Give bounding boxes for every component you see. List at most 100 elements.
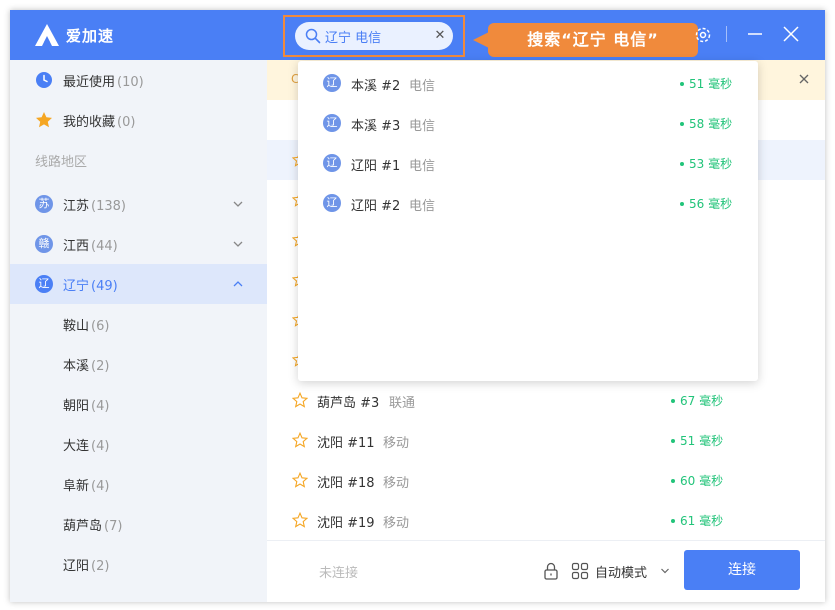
server-row[interactable]: 沈阳 #19 移动 61 毫秒 — [267, 500, 825, 540]
result-isp: 电信 — [409, 79, 436, 94]
search-result-item[interactable]: 辽 辽阳 #2 电信 56 毫秒 — [298, 183, 758, 223]
status-dot-icon — [671, 478, 675, 483]
chevron-down-icon — [233, 201, 243, 207]
sidebar-item-liaoning[interactable]: 辽 辽宁 (49) — [10, 264, 267, 304]
lock-icon[interactable] — [543, 562, 559, 580]
server-name: 沈阳 #18 — [317, 476, 375, 491]
server-name: 沈阳 #11 — [317, 436, 375, 451]
status-dot-icon — [680, 161, 684, 166]
search-input[interactable] — [325, 26, 425, 46]
server-row[interactable]: 葫芦岛 #3 联通 67 毫秒 — [267, 380, 825, 420]
province-badge-icon: 辽 — [323, 114, 341, 132]
server-ping: 67 毫秒 — [671, 392, 723, 409]
province-badge-icon: 辽 — [323, 154, 341, 172]
server-ping: 60 毫秒 — [671, 472, 723, 489]
search-result-item[interactable]: 辽 辽阳 #1 电信 53 毫秒 — [298, 143, 758, 183]
province-badge-icon: 辽 — [35, 275, 53, 293]
server-row[interactable]: 沈阳 #18 移动 60 毫秒 — [267, 460, 825, 500]
sidebar-item-jiangxi[interactable]: 赣 江西 (44) — [10, 224, 267, 264]
sidebar-city-label: 葫芦岛 (7) — [63, 519, 123, 534]
sidebar-city-label: 鞍山 (6) — [63, 319, 110, 334]
sidebar-city-label: 朝阳 (4) — [63, 399, 110, 414]
province-badge-icon: 苏 — [35, 195, 53, 213]
search-callout: 搜索“辽宁 电信” — [488, 23, 698, 57]
server-row[interactable]: 沈阳 #11 移动 51 毫秒 — [267, 420, 825, 460]
chevron-down-icon — [233, 241, 243, 247]
connect-button[interactable]: 连接 — [684, 550, 800, 590]
server-isp: 移动 — [383, 516, 410, 531]
sidebar-item-label: 江西 (44) — [63, 239, 118, 254]
sidebar-city-anshan[interactable]: 鞍山 (6) — [10, 304, 267, 344]
sidebar-city-benxi[interactable]: 本溪 (2) — [10, 344, 267, 384]
province-badge-icon: 辽 — [323, 74, 341, 92]
star-outline-icon[interactable] — [292, 512, 308, 528]
result-name: 辽阳 #2 — [351, 199, 401, 214]
status-dot-icon — [671, 398, 675, 403]
titlebar-divider — [726, 26, 727, 42]
sidebar-city-label: 本溪 (2) — [63, 359, 110, 374]
bottom-bar: 未连接 自动模式 连接 — [267, 540, 825, 602]
status-dot-icon — [671, 438, 675, 443]
sidebar-city-label: 辽阳 (2) — [63, 559, 110, 574]
sidebar-city-label: 阜新 (4) — [63, 479, 110, 494]
gear-icon[interactable] — [693, 25, 713, 45]
result-ping: 56 毫秒 — [680, 195, 732, 212]
mode-select[interactable]: 自动模式 — [595, 562, 647, 581]
sidebar-city-dalian[interactable]: 大连 (4) — [10, 424, 267, 464]
sidebar: 最近使用 (10) 我的收藏 (0) 线路地区 苏 江苏 (138) 赣 江西 (44)… — [10, 60, 267, 602]
server-ping: 51 毫秒 — [671, 432, 723, 449]
grid-mode-icon[interactable] — [571, 562, 589, 580]
chevron-down-icon[interactable] — [660, 566, 670, 576]
app-window: 爱加速 ✕ 搜索“辽宁 电信” — [10, 10, 825, 602]
app-name: 爱加速 — [66, 27, 115, 45]
close-icon[interactable] — [781, 24, 801, 44]
search-clear-icon[interactable]: ✕ — [433, 26, 447, 46]
star-outline-icon[interactable] — [292, 472, 308, 488]
search-icon — [305, 28, 321, 44]
result-ping: 58 毫秒 — [680, 115, 732, 132]
status-dot-icon — [680, 201, 684, 206]
result-name: 辽阳 #1 — [351, 159, 401, 174]
sidebar-item-label: 我的收藏 (0) — [63, 115, 136, 130]
province-badge-icon: 辽 — [323, 194, 341, 212]
search-result-item[interactable]: 辽 本溪 #2 电信 51 毫秒 — [298, 63, 758, 103]
result-name: 本溪 #3 — [351, 119, 401, 134]
sidebar-city-huludao[interactable]: 葫芦岛 (7) — [10, 504, 267, 544]
minimize-icon[interactable] — [745, 24, 765, 44]
connection-status: 未连接 — [319, 566, 359, 581]
server-name: 沈阳 #19 — [317, 516, 375, 531]
province-badge-icon: 赣 — [35, 235, 53, 253]
server-isp: 联通 — [389, 396, 416, 411]
result-isp: 电信 — [409, 199, 436, 214]
result-isp: 电信 — [409, 119, 436, 134]
star-icon — [36, 112, 52, 128]
sidebar-item-label: 江苏 (138) — [63, 199, 126, 214]
result-ping: 53 毫秒 — [680, 155, 732, 172]
clock-icon — [36, 72, 52, 88]
result-name: 本溪 #2 — [351, 79, 401, 94]
title-bar: 爱加速 ✕ 搜索“辽宁 电信” — [10, 10, 825, 60]
server-name: 葫芦岛 #3 — [317, 396, 380, 411]
status-dot-icon — [680, 121, 684, 126]
sidebar-city-fuxin[interactable]: 阜新 (4) — [10, 464, 267, 504]
search-result-item[interactable]: 辽 本溪 #3 电信 58 毫秒 — [298, 103, 758, 143]
sidebar-city-liaoyang[interactable]: 辽阳 (2) — [10, 544, 267, 584]
notice-close-icon[interactable] — [796, 71, 812, 87]
star-outline-icon[interactable] — [292, 432, 308, 448]
star-outline-icon[interactable] — [292, 392, 308, 408]
server-ping: 61 毫秒 — [671, 512, 723, 529]
status-dot-icon — [671, 518, 675, 523]
callout-arrow — [473, 32, 489, 48]
sidebar-item-recent[interactable]: 最近使用 (10) — [10, 60, 267, 100]
server-isp: 移动 — [383, 476, 410, 491]
sidebar-item-jiangsu[interactable]: 苏 江苏 (138) — [10, 184, 267, 224]
sidebar-city-label: 大连 (4) — [63, 439, 110, 454]
sidebar-section-title: 线路地区 — [35, 155, 88, 170]
search-box[interactable]: ✕ — [295, 22, 453, 50]
sidebar-item-label: 最近使用 (10) — [63, 75, 144, 90]
chevron-up-icon — [233, 281, 243, 287]
sidebar-city-chaoyang[interactable]: 朝阳 (4) — [10, 384, 267, 424]
result-ping: 51 毫秒 — [680, 75, 732, 92]
sidebar-item-favorites[interactable]: 我的收藏 (0) — [10, 100, 267, 140]
result-isp: 电信 — [409, 159, 436, 174]
